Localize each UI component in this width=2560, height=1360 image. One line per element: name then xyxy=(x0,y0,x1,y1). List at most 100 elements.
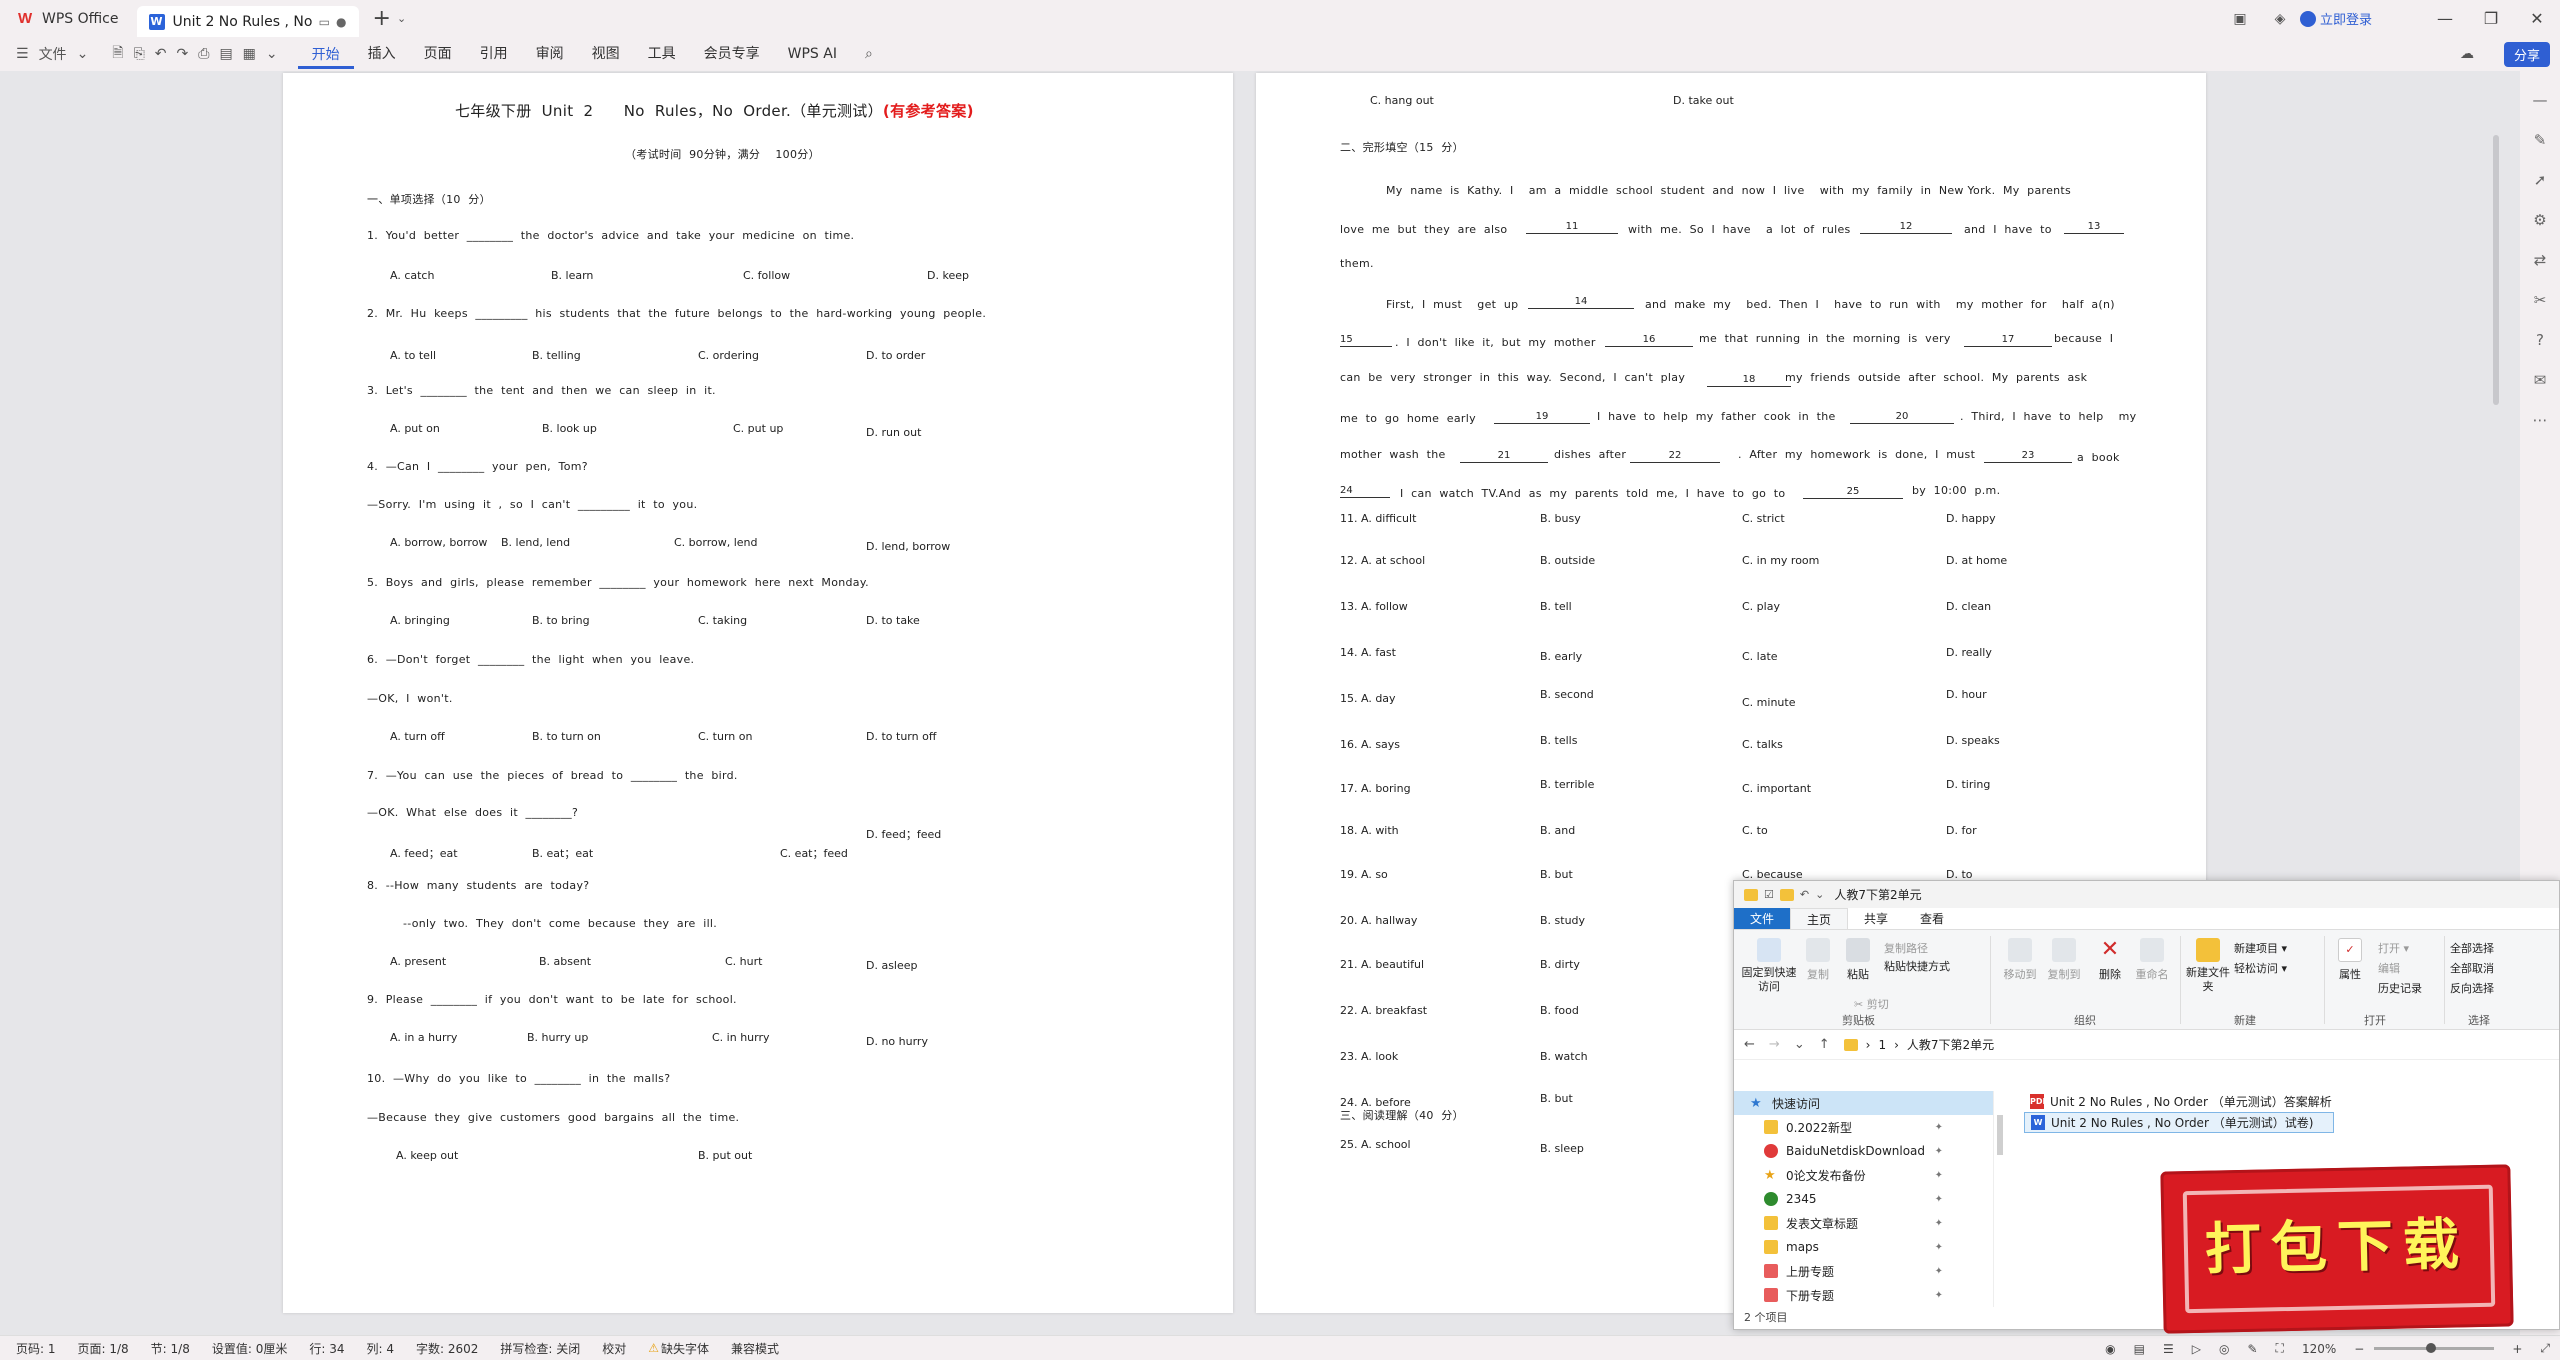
copy-to-button[interactable]: 复制到 xyxy=(2042,938,2086,982)
zoom-slider[interactable] xyxy=(2374,1343,2495,1353)
translate-icon[interactable]: ⇄ xyxy=(2534,251,2547,269)
copy-button[interactable]: 复制 xyxy=(1800,938,1836,982)
zoom-out-icon[interactable]: − xyxy=(2354,1342,2364,1356)
rename-button[interactable]: 重命名 xyxy=(2130,938,2174,982)
nav-item[interactable]: ★ 0论文发布备份 ✦ xyxy=(1734,1163,1993,1187)
status-column[interactable]: 列: 4 xyxy=(366,1340,394,1357)
outline-icon[interactable]: ☰ xyxy=(2163,1342,2174,1356)
file-menu-chevron-icon[interactable]: ⌄ xyxy=(77,46,89,62)
open-button[interactable]: 打开 ▾ xyxy=(2378,940,2409,956)
cut-button[interactable]: ✂ 剪切 xyxy=(1854,996,1889,1012)
nav-quick-access[interactable]: ★ 快速访问 xyxy=(1734,1091,1993,1115)
cloud-sync-icon[interactable]: ☁ xyxy=(2460,46,2474,62)
forward-arrow-icon[interactable]: → xyxy=(1769,1037,1780,1052)
paste-shortcut-button[interactable]: 粘贴快捷方式 xyxy=(1884,958,1950,974)
move-to-button[interactable]: 移动到 xyxy=(1998,938,2042,982)
undo-icon[interactable]: ↶ xyxy=(155,46,167,62)
delete-button[interactable]: ✕ 删除 xyxy=(2092,938,2128,982)
zoom-level[interactable]: 120% xyxy=(2302,1342,2336,1356)
menu-member[interactable]: 会员专享 xyxy=(690,37,774,71)
menu-insert[interactable]: 插入 xyxy=(354,37,410,71)
document-scrollbar[interactable] xyxy=(2493,135,2499,405)
cube-icon[interactable]: ◈ xyxy=(2260,11,2300,27)
paste-button[interactable]: 粘贴 xyxy=(1840,938,1876,982)
menu-review[interactable]: 审阅 xyxy=(522,37,578,71)
file-item[interactable]: PDF Unit 2 No Rules , No Order （单元测试）答案解析 xyxy=(2024,1091,2554,1112)
select-none-button[interactable]: 全部取消 xyxy=(2450,960,2494,976)
nav-item[interactable]: 上册专题 ✦ xyxy=(1734,1259,1993,1283)
status-row[interactable]: 行: 34 xyxy=(309,1340,344,1357)
menu-wps-ai[interactable]: WPS AI xyxy=(774,37,851,71)
new-folder-icon[interactable] xyxy=(1779,888,1794,901)
menu-start[interactable]: 开始 xyxy=(297,39,354,69)
nav-item[interactable]: 发表文章标题 ✦ xyxy=(1734,1211,1993,1235)
address-bar[interactable]: ← → ⌄ ↑ › 1 › 人教7下第2单元 xyxy=(1734,1030,2559,1060)
nav-item[interactable]: BaiduNetdiskDownload ✦ xyxy=(1734,1139,1993,1163)
play-icon[interactable]: ▷ xyxy=(2192,1342,2201,1356)
page-view-icon[interactable]: ▤ xyxy=(2134,1342,2145,1356)
export-icon[interactable]: ⎘ xyxy=(134,46,145,62)
menu-view[interactable]: 视图 xyxy=(578,37,634,71)
close-button[interactable]: ✕ xyxy=(2514,9,2560,28)
menu-references[interactable]: 引用 xyxy=(466,37,522,71)
history-button[interactable]: 历史记录 xyxy=(2378,980,2422,996)
nav-item[interactable]: 下册专题 ✦ xyxy=(1734,1283,1993,1307)
menu-page[interactable]: 页面 xyxy=(410,37,466,71)
status-setting[interactable]: 设置值: 0厘米 xyxy=(212,1340,288,1357)
fit-icon[interactable]: ⛶ xyxy=(2276,1341,2284,1356)
search-icon[interactable]: ⌕ xyxy=(865,46,873,62)
status-word-count[interactable]: 字数: 2602 xyxy=(416,1340,478,1357)
new-folder-button[interactable]: 新建文件夹 xyxy=(2186,938,2230,994)
feedback-icon[interactable]: ✉ xyxy=(2534,371,2547,389)
nav-item[interactable]: maps ✦ xyxy=(1734,1235,1993,1259)
ribbon-tab-file[interactable]: 文件 xyxy=(1734,908,1791,929)
window-layout-icon[interactable]: ▣ xyxy=(2220,11,2260,27)
recent-chevron-icon[interactable]: ⌄ xyxy=(1794,1037,1805,1052)
help-icon[interactable]: ? xyxy=(2536,331,2544,349)
nav-item[interactable]: 2345 ✦ xyxy=(1734,1187,1993,1211)
status-proofread[interactable]: 校对 xyxy=(602,1340,626,1357)
monitor-icon[interactable]: ▭ xyxy=(319,15,330,29)
new-tab-button[interactable]: + xyxy=(373,6,391,31)
properties-button[interactable]: ✓ 属性 xyxy=(2330,938,2370,982)
pointer-icon[interactable]: ➚ xyxy=(2534,171,2547,189)
back-arrow-icon[interactable]: ← xyxy=(1744,1037,1755,1052)
more-tools-chevron-icon[interactable]: ⌄ xyxy=(266,46,278,62)
tab-list-chevron-icon[interactable]: ⌄ xyxy=(397,12,406,25)
ribbon-tab-view[interactable]: 查看 xyxy=(1904,908,1960,929)
nav-scrollbar[interactable] xyxy=(1996,1095,2004,1295)
pin-quick-access-button[interactable]: 固定到快速访问 xyxy=(1740,938,1798,994)
redo-icon[interactable]: ↷ xyxy=(177,46,189,62)
file-menu[interactable]: 文件 xyxy=(39,44,67,64)
status-missing-font[interactable]: 缺失字体 xyxy=(661,1340,709,1357)
invert-selection-button[interactable]: 反向选择 xyxy=(2450,980,2494,996)
quick-properties-icon[interactable]: ☑ xyxy=(1764,888,1774,901)
status-spellcheck[interactable]: 拼写检查: 关闭 xyxy=(500,1340,580,1357)
ribbon-tab-share[interactable]: 共享 xyxy=(1848,908,1904,929)
menu-tools[interactable]: 工具 xyxy=(634,37,690,71)
pen-icon[interactable]: ✎ xyxy=(2534,131,2547,149)
ribbon-tab-home[interactable]: 主页 xyxy=(1790,908,1849,929)
new-item-button[interactable]: 新建项目 ▾ xyxy=(2234,940,2287,956)
status-pages[interactable]: 页面: 1/8 xyxy=(78,1340,129,1357)
easy-access-button[interactable]: 轻松访问 ▾ xyxy=(2234,960,2287,976)
edit-button[interactable]: 编辑 xyxy=(2378,960,2400,976)
web-icon[interactable]: ◎ xyxy=(2219,1342,2229,1356)
status-compat-mode[interactable]: 兼容模式 xyxy=(731,1340,779,1357)
minimize-button[interactable]: — xyxy=(2422,9,2468,28)
download-stamp-banner[interactable]: 打包下载 xyxy=(2160,1164,2514,1334)
nav-item[interactable]: 0.2022新型 ✦ xyxy=(1734,1115,1993,1139)
format-painter-icon[interactable]: ▦ xyxy=(243,46,256,62)
print-icon[interactable]: ⎙ xyxy=(198,46,209,62)
status-section[interactable]: 节: 1/8 xyxy=(151,1340,190,1357)
edit-mode-icon[interactable]: ✎ xyxy=(2247,1342,2257,1356)
zoom-in-icon[interactable]: + xyxy=(2512,1342,2522,1356)
document-tab[interactable]: W Unit 2 No Rules , No Order ▭ ● xyxy=(136,6,359,37)
up-arrow-icon[interactable]: ↑ xyxy=(1819,1037,1830,1052)
adjust-icon[interactable]: ⚙ xyxy=(2533,211,2546,229)
more-icon[interactable]: ⋯ xyxy=(2533,411,2548,429)
copy-path-button[interactable]: 复制路径 xyxy=(1884,940,1928,956)
wps-home-tab[interactable]: W WPS Office xyxy=(0,0,137,37)
tools-icon[interactable]: ✂ xyxy=(2534,291,2547,309)
breadcrumb-item[interactable]: 人教7下第2单元 xyxy=(1907,1036,1994,1053)
